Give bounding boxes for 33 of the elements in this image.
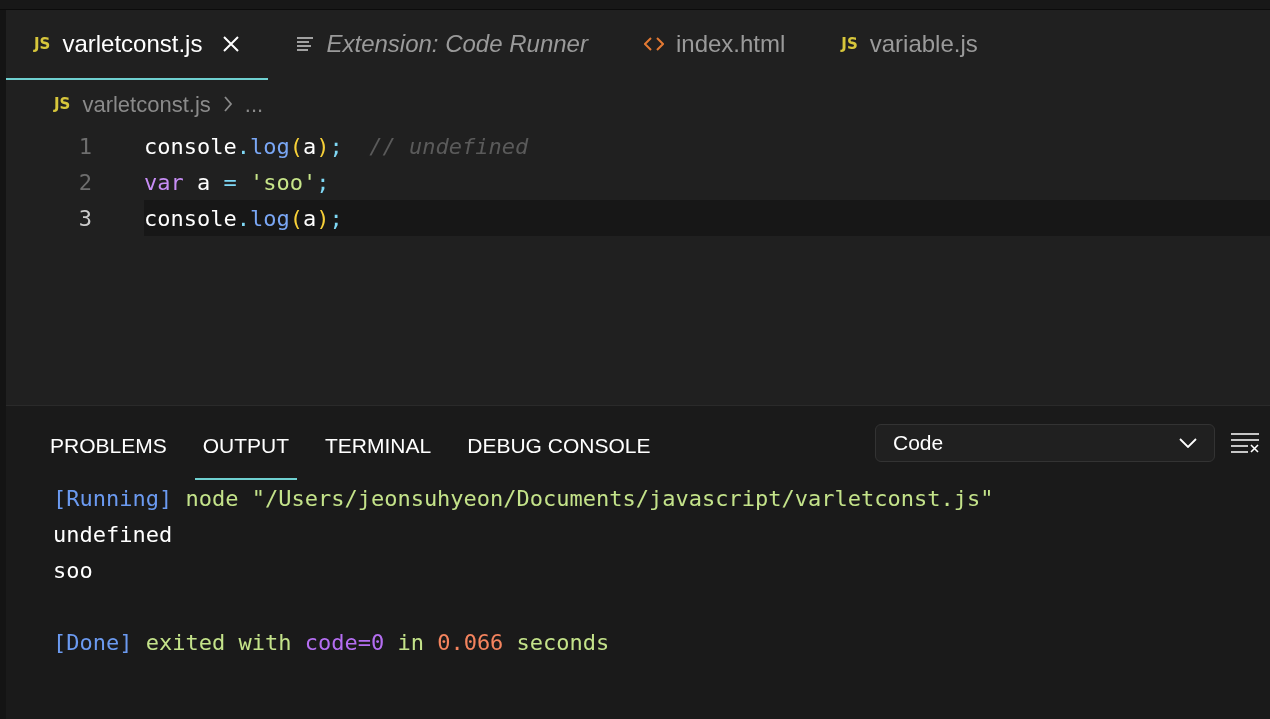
tab-label: varletconst.js (62, 29, 203, 59)
output-line: [Done] exited with code=0 in 0.066 seconds (53, 628, 610, 657)
output-line: undefined (53, 520, 173, 549)
tab-label: variable.js (869, 29, 978, 59)
code-line: console.log(a); // undefined (144, 132, 530, 161)
output-channel-dropdown[interactable]: Code (875, 424, 1215, 462)
panel-tab[interactable]: TERMINAL (317, 406, 440, 480)
editor-tab[interactable]: JS variable.js (813, 10, 1006, 80)
line-number: 1 (77, 132, 92, 161)
angle-brackets-icon (643, 37, 664, 51)
js-file-icon: JS (841, 36, 858, 52)
js-file-icon: JS (54, 96, 71, 112)
js-file-icon: JS (34, 36, 51, 52)
panel-tab[interactable]: OUTPUT (194, 406, 298, 480)
editor-tab[interactable]: Extension: Code Runner (268, 10, 616, 80)
output-line: soo (53, 556, 93, 585)
clear-output-icon[interactable] (1230, 432, 1260, 454)
panel-tab[interactable]: DEBUG CONSOLE (459, 406, 659, 480)
breadcrumb-more[interactable]: ... (244, 87, 264, 121)
close-icon[interactable] (222, 35, 241, 53)
breadcrumb-file[interactable]: varletconst.js (82, 87, 211, 121)
chevron-down-icon (1179, 438, 1197, 448)
editor-tab[interactable]: index.html (615, 10, 814, 80)
editor-tab[interactable]: JS varletconst.js (6, 10, 269, 80)
chevron-right-icon (222, 95, 233, 113)
output-line: [Running] node "/Users/jeonsuhyeon/Documents/javascript/varletconst.js" (53, 484, 994, 513)
line-number: 2 (77, 168, 92, 197)
code-line: var a = 'soo'; (144, 168, 331, 197)
tab-label: Extension: Code Runner (326, 29, 588, 59)
line-number: 3 (77, 204, 92, 233)
tab-label: index.html (675, 29, 786, 59)
panel-tab[interactable]: PROBLEMS (42, 406, 175, 480)
text-lines-icon (296, 36, 315, 52)
